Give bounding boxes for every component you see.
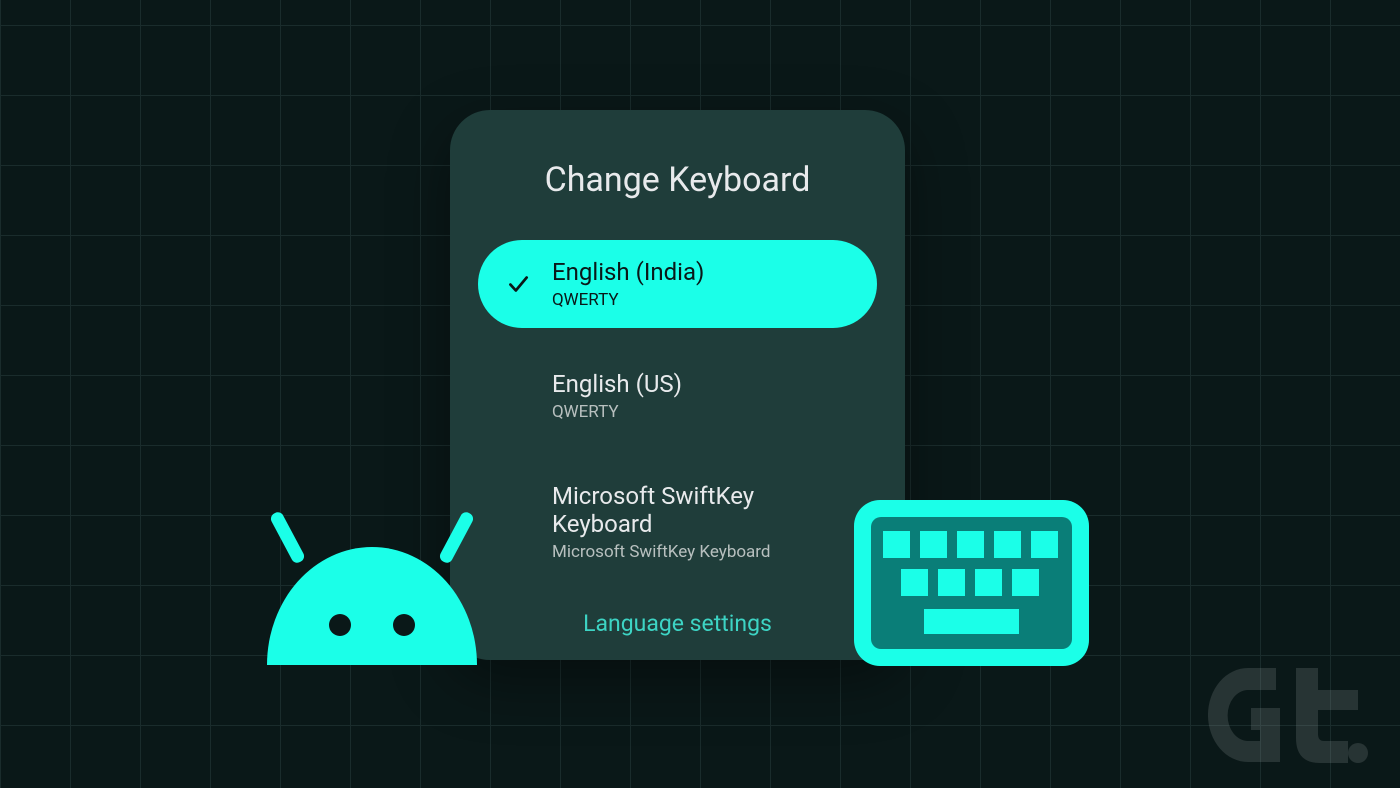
option-label: English (US) xyxy=(552,370,853,399)
option-sublabel: QWERTY xyxy=(552,402,853,422)
check-icon xyxy=(502,271,534,297)
option-label: English (India) xyxy=(552,258,853,287)
keyboard-option-english-india[interactable]: English (India) QWERTY xyxy=(478,240,877,328)
android-icon xyxy=(262,505,482,665)
option-sublabel: Microsoft SwiftKey Keyboard xyxy=(552,542,853,562)
dialog-title: Change Keyboard xyxy=(478,160,877,200)
option-sublabel: QWERTY xyxy=(552,290,853,310)
option-text: English (India) QWERTY xyxy=(552,258,853,310)
gt-logo xyxy=(1208,668,1368,763)
keyboard-icon xyxy=(854,500,1089,666)
language-settings-link[interactable]: Language settings xyxy=(478,610,877,637)
keyboard-option-swiftkey[interactable]: Microsoft SwiftKey Keyboard Microsoft Sw… xyxy=(478,464,877,581)
change-keyboard-dialog: Change Keyboard English (India) QWERTY E… xyxy=(450,110,905,660)
option-label: Microsoft SwiftKey Keyboard xyxy=(552,482,853,540)
option-text: English (US) QWERTY xyxy=(552,370,853,422)
keyboard-option-english-us[interactable]: English (US) QWERTY xyxy=(478,352,877,440)
option-text: Microsoft SwiftKey Keyboard Microsoft Sw… xyxy=(552,482,853,563)
